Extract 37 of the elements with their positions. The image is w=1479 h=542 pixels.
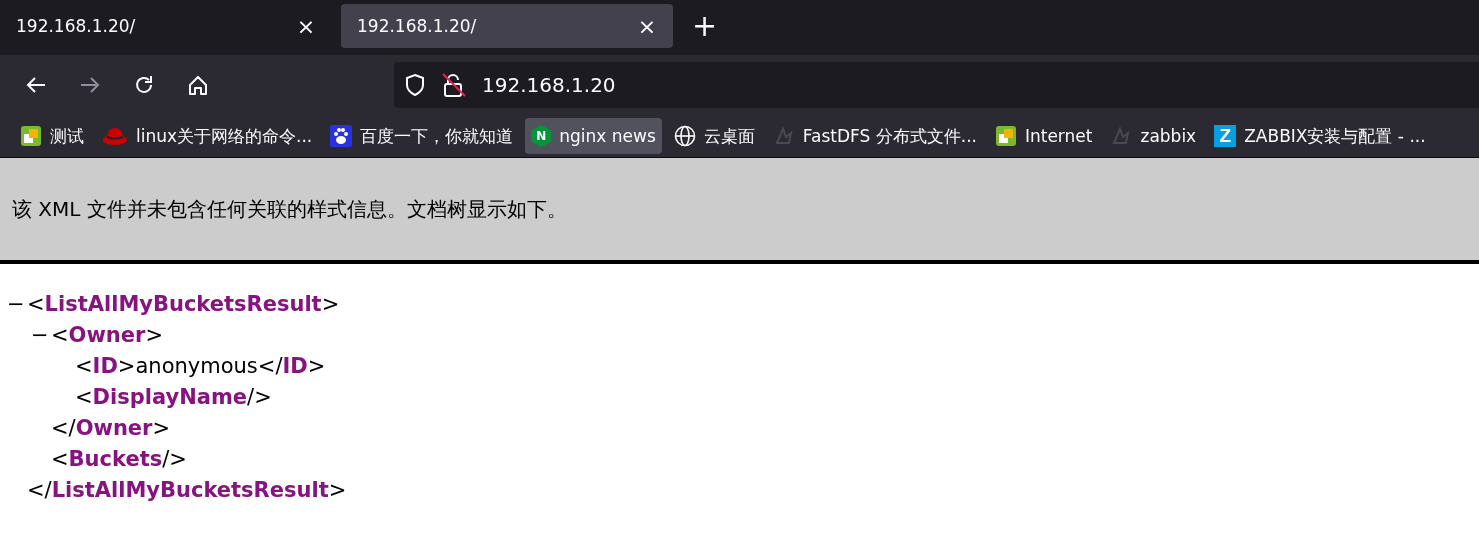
close-icon[interactable]: × [635,13,659,39]
hat-icon [102,125,128,147]
xml-line: <ListAllMyBucketsResult> [27,291,340,316]
xml-line: <Owner> [51,322,164,347]
home-icon [187,74,209,96]
shield-icon [404,73,426,97]
globe-icon [673,125,696,147]
squares-icon [20,125,42,147]
bookmark[interactable]: zabbix [1104,118,1203,154]
collapse-toggle[interactable]: − [31,322,47,347]
bookmark[interactable]: 云桌面 [667,118,761,154]
bookmark[interactable]: FastDFS 分布式文件... [766,118,983,154]
close-icon[interactable]: × [294,13,318,39]
hexagon-logo-icon: N [531,125,552,147]
bookmark[interactable]: 百度一下，你就知道 [324,118,520,154]
xml-line: <Buckets/> [51,446,187,471]
bookmark[interactable]: Internet [988,118,1099,154]
bookmark[interactable]: N nginx news [525,118,662,154]
xml-line: <ID>anonymous</ID> [75,353,326,378]
reload-icon [133,74,155,96]
info-message: 该 XML 文件并未包含任何关联的样式信息。文档树显示如下。 [12,195,567,223]
browser-tab[interactable]: 192.168.1.20/ × [0,4,332,48]
address-bar[interactable]: 192.168.1.20 [394,62,1479,108]
collapse-toggle[interactable]: − [7,291,23,316]
bookmark[interactable]: Z ZABBIX安装与配置 - ... [1208,118,1432,154]
xml-line: </ListAllMyBucketsResult> [27,477,347,502]
xml-line: <DisplayName/> [75,384,272,409]
bookmark[interactable]: 测试 [14,118,90,154]
bookmark[interactable]: linux关于网络的命令... [96,118,319,154]
letter-logo-icon: Z [1214,125,1237,147]
browser-tab[interactable]: 192.168.1.20/ × [341,4,673,48]
xml-line: </Owner> [51,415,171,440]
squares-icon [994,125,1017,147]
paw-icon [330,125,353,147]
crossed-lock-icon [442,72,466,98]
url-text: 192.168.1.20 [482,73,616,97]
new-tab-button[interactable]: + [682,4,728,48]
